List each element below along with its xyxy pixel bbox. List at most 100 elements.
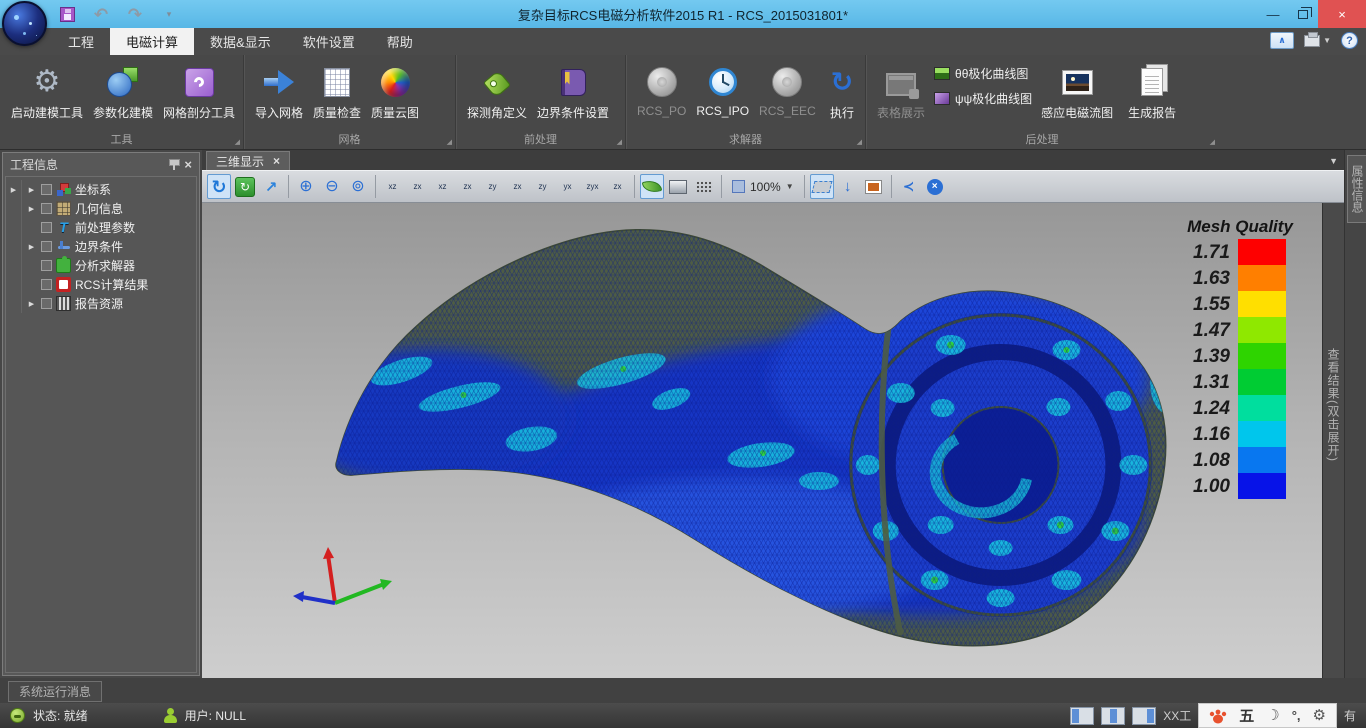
tree-item-geometry-info[interactable]: ▶ 几何信息: [6, 199, 196, 218]
view-zx4-button[interactable]: zx: [606, 175, 629, 198]
caret-down-icon: ▼: [1323, 36, 1331, 45]
panel-close-icon[interactable]: ×: [184, 158, 192, 171]
psi-polarization-button[interactable]: ψψ极化曲线图: [934, 90, 1032, 107]
probe-angle-button[interactable]: 探测角定义: [462, 61, 532, 124]
property-info-tab[interactable]: 属性信息: [1347, 155, 1366, 223]
checkbox[interactable]: [41, 222, 52, 233]
viewport-3d[interactable]: Mesh Quality 1.71 1.63 1.55 1.47 1.39 1.…: [202, 203, 1322, 678]
shaded-view-button[interactable]: [640, 174, 664, 199]
arrow-down-button[interactable]: ↓: [836, 174, 860, 199]
view-zy2-button[interactable]: zy: [531, 175, 554, 198]
checkbox[interactable]: [41, 241, 52, 252]
zoom-in-button[interactable]: ⊕: [294, 174, 318, 199]
tree-item-report-resources[interactable]: ▶ 报告资源: [6, 294, 196, 313]
solver-rcs-ipo-button[interactable]: RCS_IPO: [691, 61, 754, 121]
solver-rcs-eec-button[interactable]: RCS_EEC: [754, 61, 821, 121]
select-face-button[interactable]: [810, 174, 834, 199]
view-yx-button[interactable]: yx: [556, 175, 579, 198]
checkbox[interactable]: [41, 203, 52, 214]
points-view-button[interactable]: [692, 174, 716, 199]
refresh-icon: ↻: [235, 177, 255, 197]
app-logo[interactable]: [2, 1, 47, 46]
minimize-button[interactable]: —: [1258, 0, 1288, 28]
tab-em-computation[interactable]: 电磁计算: [110, 28, 194, 55]
project-tree: ▶ ▶ 坐标系 ▶ 几何信息 T 前处理参数: [5, 176, 197, 673]
view-zx-button[interactable]: zx: [406, 175, 429, 198]
view-zx2-button[interactable]: zx: [456, 175, 479, 198]
tree-item-rcs-results[interactable]: RCS计算结果: [6, 275, 196, 294]
tree-item-coordinate-system[interactable]: ▶ ▶ 坐标系: [6, 180, 196, 199]
pan-button[interactable]: ↗: [259, 174, 283, 199]
punctuation-icon[interactable]: °,: [1292, 708, 1301, 723]
theta-polarization-button[interactable]: θθ极化曲线图: [934, 65, 1032, 82]
paw-icon[interactable]: [1209, 708, 1227, 724]
group-expand-icon[interactable]: ◢: [235, 139, 240, 146]
execute-button[interactable]: ↻ 执行: [825, 61, 859, 124]
boundary-condition-button[interactable]: 边界条件设置: [532, 61, 614, 124]
share-button[interactable]: ≺: [897, 174, 921, 199]
group-expand-icon[interactable]: ◢: [857, 139, 862, 146]
expander-icon[interactable]: ▶: [26, 243, 37, 251]
layout-middle-button[interactable]: [1101, 707, 1125, 725]
view-results-strip[interactable]: 查看结果(双击展开): [1322, 203, 1344, 678]
view-zy-button[interactable]: zy: [481, 175, 504, 198]
solver-rcs-po-button[interactable]: RCS_PO: [632, 61, 691, 121]
pan-icon: ↗: [265, 178, 278, 196]
restore-button[interactable]: [1288, 0, 1318, 28]
expander-icon[interactable]: ▶: [26, 300, 37, 308]
ime-mode-label[interactable]: 五: [1239, 705, 1254, 726]
moon-icon[interactable]: ☽: [1266, 708, 1279, 723]
tab-project[interactable]: 工程: [52, 28, 110, 55]
group-expand-icon[interactable]: ◢: [617, 139, 622, 146]
import-mesh-button[interactable]: 导入网格: [250, 61, 308, 124]
tree-item-preprocess-params[interactable]: T 前处理参数: [6, 218, 196, 237]
checkbox[interactable]: [41, 279, 52, 290]
tree-item-boundary-condition[interactable]: ▶ 边界条件: [6, 237, 196, 256]
surface-view-button[interactable]: [666, 174, 690, 199]
layout-left-button[interactable]: [1070, 707, 1094, 725]
expander-icon[interactable]: ▶: [26, 186, 37, 194]
view-xz2-button[interactable]: xz: [431, 175, 454, 198]
zoom-window-button[interactable]: ⊚: [346, 174, 370, 199]
collapse-ribbon-button[interactable]: ∧: [1270, 32, 1294, 49]
zoom-out-button[interactable]: ⊖: [320, 174, 344, 199]
ime-settings-gear-icon[interactable]: ⚙: [1313, 708, 1326, 723]
view-xz-button[interactable]: xz: [381, 175, 404, 198]
view-zx3-button[interactable]: zx: [506, 175, 529, 198]
expander-icon[interactable]: ▶: [6, 180, 22, 199]
layout-right-button[interactable]: [1132, 707, 1156, 725]
tree-item-analysis-solver[interactable]: 分析求解器: [6, 256, 196, 275]
close-button[interactable]: ×: [1318, 0, 1366, 28]
generate-report-button[interactable]: 生成报告: [1123, 61, 1181, 124]
fit-view-button[interactable]: ↻: [233, 174, 257, 199]
clear-button[interactable]: ×: [923, 174, 947, 199]
parametric-modeling-button[interactable]: 参数化建模: [88, 61, 158, 124]
checkbox[interactable]: [41, 184, 52, 195]
quality-check-button[interactable]: 质量检查: [308, 61, 366, 124]
group-expand-icon[interactable]: ◢: [1210, 139, 1215, 146]
launch-modeling-tool-button[interactable]: ⚙ 启动建模工具: [6, 61, 88, 124]
mesh-partition-tool-button[interactable]: 网格剖分工具: [158, 61, 240, 124]
export-button[interactable]: ▼: [1304, 35, 1331, 47]
tab-help[interactable]: 帮助: [371, 28, 429, 55]
table-display-button[interactable]: 表格展示: [872, 61, 930, 124]
pin-icon[interactable]: [169, 158, 178, 171]
tab-data-display[interactable]: 数据&显示: [194, 28, 287, 55]
tab-close-icon[interactable]: ×: [273, 154, 280, 168]
help-button[interactable]: ?: [1341, 32, 1358, 49]
ime-toolbar[interactable]: 五 ☽ °, ⚙: [1198, 703, 1337, 728]
zoom-level-control[interactable]: 100% ▼: [727, 180, 799, 194]
tab-3d-display[interactable]: 三维显示 ×: [206, 151, 290, 170]
quality-cloud-button[interactable]: 质量云图: [366, 61, 424, 124]
checkbox[interactable]: [41, 298, 52, 309]
induced-current-map-button[interactable]: 感应电磁流图: [1036, 61, 1118, 124]
system-message-tab[interactable]: 系统运行消息: [8, 681, 102, 702]
group-expand-icon[interactable]: ◢: [447, 139, 452, 146]
rotate-button[interactable]: ↻: [207, 174, 231, 199]
view-iso-button[interactable]: zyx: [581, 175, 604, 198]
tab-list-dropdown-icon[interactable]: ▼: [1329, 156, 1338, 166]
screenshot-button[interactable]: [862, 174, 886, 199]
checkbox[interactable]: [41, 260, 52, 271]
tab-software-settings[interactable]: 软件设置: [287, 28, 371, 55]
expander-icon[interactable]: ▶: [26, 205, 37, 213]
